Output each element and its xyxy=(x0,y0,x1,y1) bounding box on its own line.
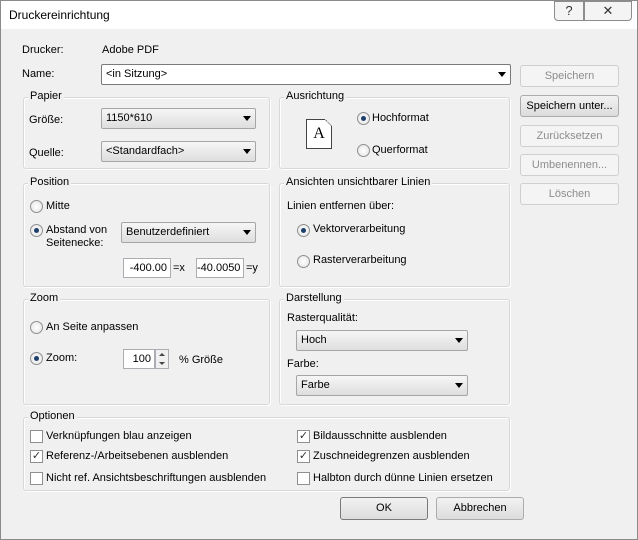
offset-y-unit: =y xyxy=(246,262,258,274)
hide-crop-boundaries-label[interactable]: Zuschneidegrenzen ausblenden xyxy=(313,450,470,462)
save-as-button[interactable]: Speichern unter... xyxy=(520,95,619,117)
color-value: Farbe xyxy=(301,379,330,391)
portrait-radio[interactable] xyxy=(357,112,370,125)
offset-mode-value: Benutzerdefiniert xyxy=(126,226,210,238)
options-group-title: Optionen xyxy=(28,410,77,422)
hide-ref-planes-checkbox[interactable]: ✓ xyxy=(30,450,43,463)
zoom-radio[interactable] xyxy=(30,352,43,365)
chevron-down-icon xyxy=(243,149,251,154)
paper-group-title: Papier xyxy=(28,90,64,102)
portrait-label[interactable]: Hochformat xyxy=(372,112,429,124)
offset-radio[interactable] xyxy=(30,224,43,237)
hide-scope-boxes-label[interactable]: Bildausschnitte ausblenden xyxy=(313,430,447,442)
center-label[interactable]: Mitte xyxy=(46,200,70,212)
hidden-lines-group: Ansichten unsichtbarer Linien xyxy=(279,176,510,287)
offset-x-unit: =x xyxy=(173,262,185,274)
zoom-unit: % Größe xyxy=(179,354,224,366)
paper-source-value: <Standardfach> xyxy=(106,145,185,157)
chevron-down-icon xyxy=(455,338,463,343)
remove-lines-label: Linien entfernen über: xyxy=(287,200,395,212)
raster-quality-dropdown[interactable]: Hoch xyxy=(296,330,468,351)
orientation-group-title: Ausrichtung xyxy=(284,90,347,102)
raster-quality-label: Rasterqualität: xyxy=(287,312,358,324)
rename-button[interactable]: Umbenennen... xyxy=(520,154,619,176)
hide-scope-boxes-checkbox[interactable]: ✓ xyxy=(297,430,310,443)
zoom-input[interactable]: 100 xyxy=(123,349,155,369)
raster-radio[interactable] xyxy=(297,255,310,268)
chevron-down-icon xyxy=(455,383,463,388)
stepper-down-icon[interactable] xyxy=(159,362,165,365)
dialog-title: Druckereinrichtung xyxy=(9,8,110,22)
color-label: Farbe: xyxy=(287,358,319,370)
hide-view-tags-label[interactable]: Nicht ref. Ansichtsbeschriftungen ausble… xyxy=(46,472,266,484)
chevron-down-icon xyxy=(243,116,251,121)
paper-source-label: Quelle: xyxy=(29,147,64,159)
paper-size-dropdown[interactable]: 1150*610 xyxy=(101,108,256,129)
hide-crop-boundaries-checkbox[interactable]: ✓ xyxy=(297,450,310,463)
halftone-thin-lines-label[interactable]: Halbton durch dünne Linien ersetzen xyxy=(313,472,493,484)
name-dropdown[interactable]: <in Sitzung> xyxy=(101,64,511,85)
printer-label: Drucker: xyxy=(22,44,64,56)
blue-links-checkbox[interactable] xyxy=(30,430,43,443)
help-icon: ? xyxy=(565,3,573,18)
delete-button[interactable]: Löschen xyxy=(520,183,619,205)
title-bar: Druckereinrichtung xyxy=(1,1,637,29)
vector-label[interactable]: Vektorverarbeitung xyxy=(313,223,405,235)
zoom-group-title: Zoom xyxy=(28,292,61,304)
printer-value: Adobe PDF xyxy=(102,44,159,56)
zoom-stepper[interactable] xyxy=(155,349,169,369)
center-radio[interactable] xyxy=(30,200,43,213)
raster-quality-value: Hoch xyxy=(301,334,327,346)
blue-links-label[interactable]: Verknüpfungen blau anzeigen xyxy=(46,430,192,442)
paper-size-value: 1150*610 xyxy=(106,112,153,124)
chevron-down-icon xyxy=(243,230,251,235)
reset-button[interactable]: Zurücksetzen xyxy=(520,125,619,147)
fit-page-radio[interactable] xyxy=(30,321,43,334)
chevron-down-icon xyxy=(498,72,506,77)
close-button[interactable]: ✕ xyxy=(584,1,632,21)
landscape-radio[interactable] xyxy=(357,144,370,157)
paper-source-dropdown[interactable]: <Standardfach> xyxy=(101,141,256,162)
raster-label[interactable]: Rasterverarbeitung xyxy=(313,254,407,266)
hide-view-tags-checkbox[interactable] xyxy=(30,472,43,485)
cancel-button[interactable]: Abbrechen xyxy=(436,497,524,520)
hide-ref-planes-label[interactable]: Referenz-/Arbeitsebenen ausblenden xyxy=(46,450,228,462)
stepper-up-icon[interactable] xyxy=(159,353,165,356)
landscape-label[interactable]: Querformat xyxy=(372,144,428,156)
vector-radio[interactable] xyxy=(297,224,310,237)
offset-label-line2[interactable]: Seitenecke: xyxy=(46,237,103,249)
name-dropdown-value: <in Sitzung> xyxy=(106,68,168,80)
offset-label-line1[interactable]: Abstand von xyxy=(46,224,107,236)
offset-x-input[interactable]: -400.00 xyxy=(123,258,171,278)
help-button[interactable]: ? xyxy=(554,1,584,21)
print-setup-dialog: Druckereinrichtung ? ✕ Drucker: Adobe PD… xyxy=(0,0,638,540)
position-group-title: Position xyxy=(28,176,72,188)
save-button[interactable]: Speichern xyxy=(520,65,619,87)
ok-button[interactable]: OK xyxy=(340,497,428,520)
display-group-title: Darstellung xyxy=(284,292,344,304)
paper-size-label: Größe: xyxy=(29,114,64,126)
name-label: Name: xyxy=(22,68,55,80)
color-dropdown[interactable]: Farbe xyxy=(296,375,468,396)
close-icon: ✕ xyxy=(602,3,614,18)
offset-y-input[interactable]: -40.0050 xyxy=(196,258,244,278)
zoom-label[interactable]: Zoom: xyxy=(46,352,77,364)
halftone-thin-lines-checkbox[interactable] xyxy=(297,472,310,485)
offset-mode-dropdown[interactable]: Benutzerdefiniert xyxy=(121,222,256,243)
hidden-lines-group-title: Ansichten unsichtbarer Linien xyxy=(284,176,433,188)
portrait-page-icon: A xyxy=(306,119,332,149)
fit-page-label[interactable]: An Seite anpassen xyxy=(46,321,138,333)
